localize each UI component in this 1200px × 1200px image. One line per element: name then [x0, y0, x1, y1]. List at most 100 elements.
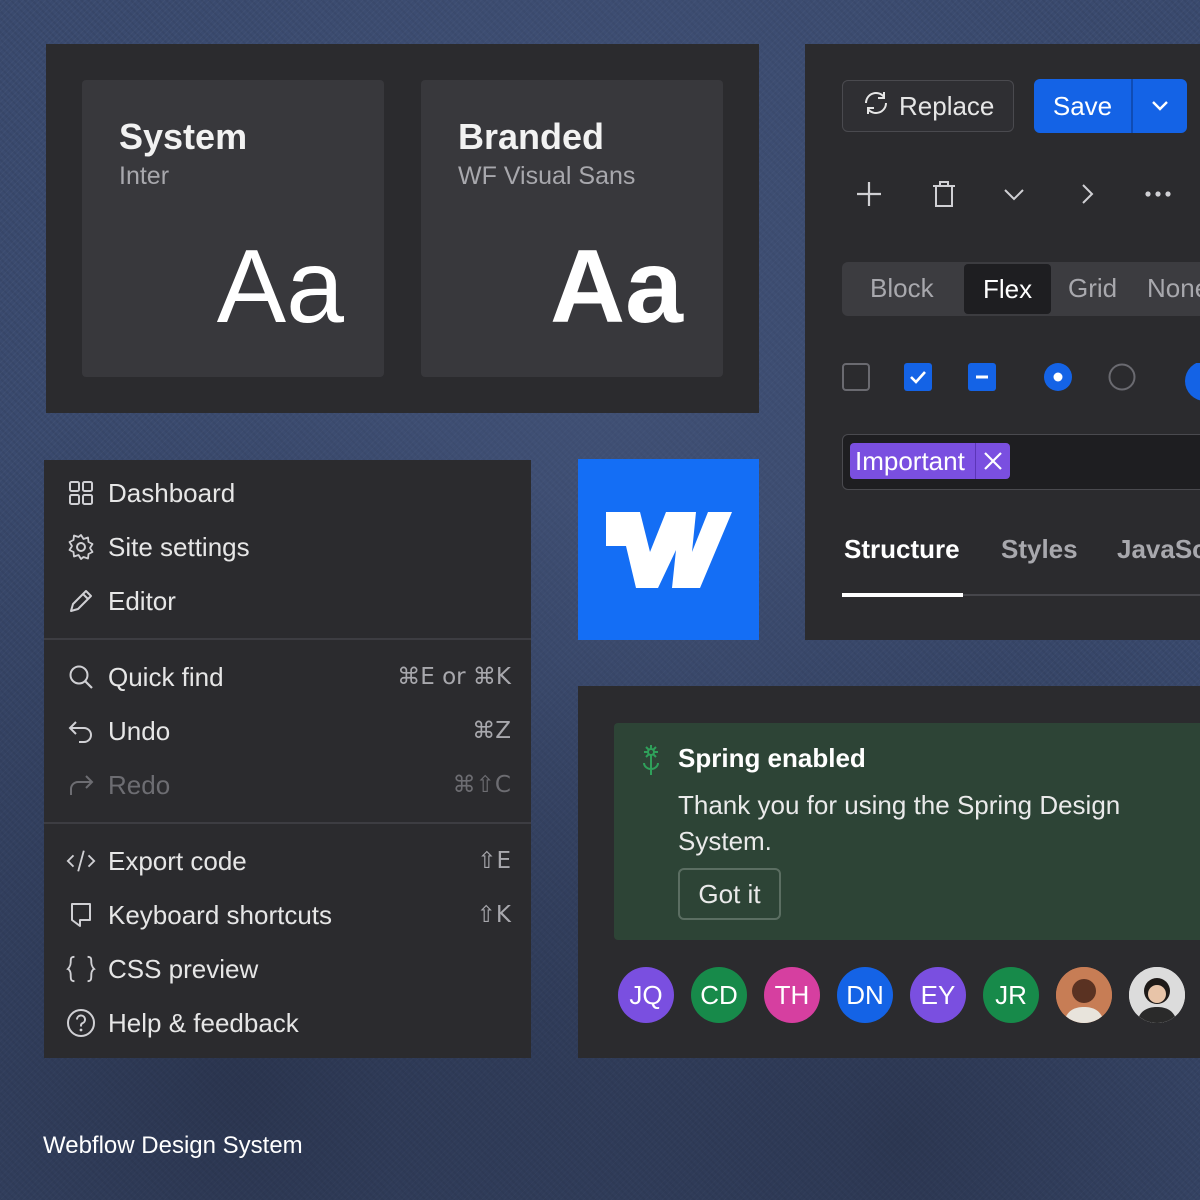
font-card-title: System: [119, 116, 248, 157]
checkbox-checked[interactable]: [904, 363, 932, 396]
menu-item-css-preview[interactable]: CSS preview: [44, 942, 531, 996]
tab-javascript[interactable]: JavaScript: [1117, 534, 1200, 565]
tag-label: Important: [855, 445, 965, 476]
menu-item-export-code[interactable]: Export code ⇧E: [44, 834, 531, 888]
tab-underline: [842, 593, 1200, 597]
replace-label: Replace: [899, 90, 995, 121]
trash-icon[interactable]: [931, 180, 957, 213]
radio-selected[interactable]: [1044, 363, 1072, 396]
avatar[interactable]: DN: [837, 967, 893, 1023]
avatar[interactable]: JR: [983, 967, 1039, 1023]
got-it-button[interactable]: Got it: [678, 868, 781, 920]
code-icon: [66, 847, 96, 875]
segment-block[interactable]: Block: [870, 273, 934, 304]
toast-notification: Spring enabled Thank you for using the S…: [614, 723, 1200, 940]
notification-panel: Spring enabled Thank you for using the S…: [578, 686, 1200, 1058]
menu-item-shortcut: ⌘Z: [472, 718, 511, 744]
segment-flex[interactable]: Flex: [964, 264, 1052, 314]
segment-grid[interactable]: Grid: [1068, 273, 1117, 304]
menu-item-redo[interactable]: Redo ⌘⇧C: [44, 758, 531, 812]
avatar[interactable]: JQ: [618, 967, 674, 1023]
menu-item-label: Editor: [108, 585, 176, 616]
menu-item-editor[interactable]: Editor: [44, 574, 531, 628]
display-segmented-control: Block Flex Grid None: [842, 262, 1200, 316]
more-icon[interactable]: [1145, 180, 1171, 213]
close-icon: [984, 452, 1002, 470]
menu-item-keyboard-shortcuts[interactable]: Keyboard shortcuts ⇧K: [44, 888, 531, 942]
search-icon: [66, 663, 96, 691]
chevron-right-icon[interactable]: [1079, 180, 1095, 213]
menu-item-undo[interactable]: Undo ⌘Z: [44, 704, 531, 758]
menu-divider: [44, 822, 531, 824]
menu-item-label: Undo: [108, 715, 171, 746]
checkbox-unchecked[interactable]: [842, 363, 870, 396]
menu-item-site-settings[interactable]: Site settings: [44, 520, 531, 574]
menu-item-shortcut: ⇧E: [477, 848, 511, 874]
avatar[interactable]: TH: [764, 967, 820, 1023]
checkbox-indeterminate[interactable]: [968, 363, 996, 396]
font-card-subtitle: Inter: [119, 162, 170, 190]
undo-icon: [66, 717, 96, 745]
toast-title: Spring enabled: [678, 743, 866, 773]
webflow-logo: [578, 459, 759, 640]
braces-icon: [66, 954, 96, 984]
menu-item-label: CSS preview: [108, 953, 259, 984]
selection-controls: [842, 360, 1200, 401]
avatar[interactable]: EY: [910, 967, 966, 1023]
dashboard-icon: [66, 480, 96, 506]
font-card-branded[interactable]: Branded WF Visual Sans Aa: [421, 80, 723, 377]
avatar-group: JQ CD TH DN EY JR: [618, 967, 1200, 1023]
active-tab-indicator: [842, 593, 963, 597]
tag-input[interactable]: Important: [842, 434, 1200, 490]
plus-icon[interactable]: [855, 180, 883, 213]
avatar-photo[interactable]: [1056, 967, 1112, 1023]
pencil-icon: [66, 587, 96, 615]
menu-item-label: Help & feedback: [108, 1007, 299, 1038]
help-icon: [66, 1008, 96, 1038]
webflow-w-icon: [605, 511, 732, 588]
controls-panel: Replace Save Block Flex Grid None Import…: [805, 44, 1200, 640]
segment-none[interactable]: None: [1147, 273, 1200, 304]
avatar[interactable]: CD: [691, 967, 747, 1023]
tag-chip: Important: [850, 443, 1010, 479]
toggle-switch[interactable]: [1184, 361, 1200, 408]
tab-styles[interactable]: Styles: [1001, 534, 1078, 565]
remove-tag-button[interactable]: [974, 443, 1010, 479]
fonts-panel: System Inter Aa Branded WF Visual Sans A…: [46, 44, 759, 413]
keyboard-icon: [66, 901, 96, 929]
menu-item-quick-find[interactable]: Quick find ⌘E or ⌘K: [44, 650, 531, 704]
save-options-button[interactable]: [1133, 100, 1187, 112]
menu-item-label: Export code: [108, 845, 247, 876]
menu-item-shortcut: ⌘⇧C: [452, 772, 511, 798]
font-sample: Aa: [216, 229, 344, 345]
menu-item-help-feedback[interactable]: Help & feedback: [44, 996, 531, 1050]
chevron-down-icon[interactable]: [1003, 180, 1025, 213]
menu-item-label: Keyboard shortcuts: [108, 899, 333, 930]
menu-divider: [44, 638, 531, 640]
menu-item-label: Redo: [108, 769, 171, 800]
menu-item-shortcut: ⇧K: [476, 902, 511, 928]
toast-body: Thank you for using the Spring Design Sy…: [678, 790, 1121, 856]
redo-icon: [66, 771, 96, 799]
gear-icon: [66, 533, 96, 561]
flower-icon: [638, 743, 664, 782]
save-button[interactable]: Save: [1034, 91, 1131, 122]
font-card-subtitle: WF Visual Sans: [458, 162, 636, 190]
menu-item-label: Quick find: [108, 661, 224, 692]
save-button-group: Save: [1034, 79, 1187, 133]
font-card-system[interactable]: System Inter Aa: [82, 80, 384, 377]
radio-unselected[interactable]: [1108, 363, 1136, 396]
tab-structure[interactable]: Structure: [844, 534, 960, 565]
avatar-photo[interactable]: [1129, 967, 1185, 1023]
menu-item-label: Dashboard: [108, 477, 236, 508]
refresh-icon: [859, 89, 893, 124]
action-icon-row: [855, 180, 1185, 220]
chevron-down-icon: [1152, 101, 1168, 111]
context-menu: Dashboard Site settings Editor Quick fin…: [44, 460, 531, 1058]
menu-item-label: Site settings: [108, 531, 250, 562]
menu-item-dashboard[interactable]: Dashboard: [44, 466, 531, 520]
font-sample: Aa: [550, 229, 683, 345]
footer-caption: Webflow Design System: [43, 1132, 303, 1159]
replace-button[interactable]: Replace: [842, 80, 1014, 132]
font-card-title: Branded: [458, 116, 605, 157]
